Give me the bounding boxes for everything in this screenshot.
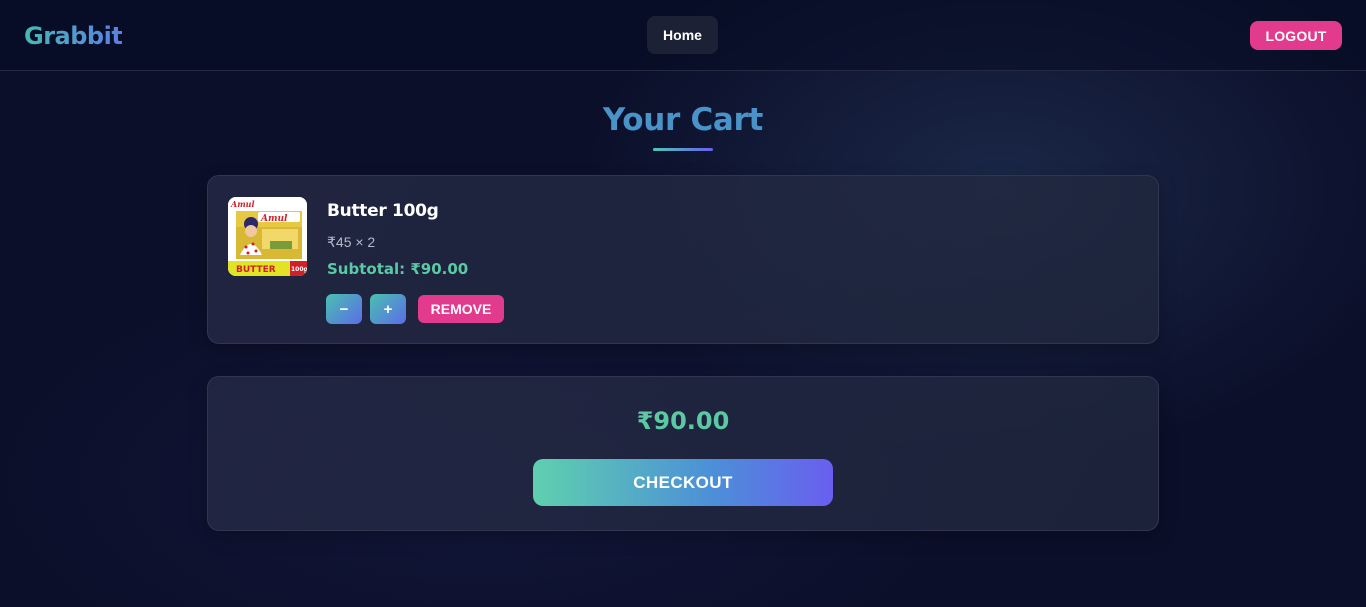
product-image: Amul Amul BUTTER 100g [228, 197, 307, 276]
brand-logo[interactable]: Grabbit [24, 22, 123, 50]
cart-total: ₹90.00 [636, 407, 730, 435]
page-title: Your Cart [602, 102, 764, 138]
item-name: Butter 100g [327, 201, 439, 221]
image-product-text: BUTTER [236, 265, 276, 275]
cart-summary: ₹90.00 CHECKOUT [207, 376, 1159, 531]
decrease-quantity-button[interactable]: − [326, 294, 362, 324]
item-price-quantity: ₹45 × 2 [327, 234, 376, 250]
cart-item: Amul Amul BUTTER 100g Butter 100g ₹45 × … [207, 175, 1159, 344]
image-pack-brand-text: Amul [260, 214, 288, 224]
title-underline [653, 148, 713, 151]
checkout-button[interactable]: CHECKOUT [533, 459, 833, 506]
image-brand-text: Amul [230, 199, 255, 209]
remove-item-button[interactable]: REMOVE [418, 295, 504, 323]
item-subtotal: Subtotal: ₹90.00 [327, 260, 469, 278]
navbar: Grabbit Home LOGOUT [0, 0, 1366, 71]
logout-button[interactable]: LOGOUT [1250, 21, 1342, 50]
increase-quantity-button[interactable]: + [370, 294, 406, 324]
nav-home-button[interactable]: Home [647, 16, 718, 54]
image-size-text: 100g [291, 266, 307, 273]
